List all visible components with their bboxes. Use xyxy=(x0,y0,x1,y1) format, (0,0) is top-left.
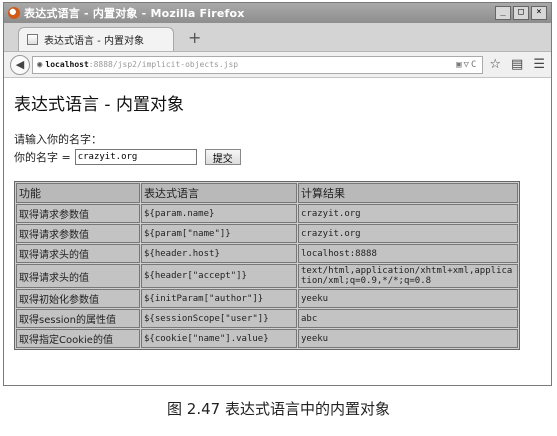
name-prompt: 请输入你的名字： xyxy=(14,133,102,146)
new-tab-button[interactable]: + xyxy=(188,28,201,47)
cell-function: 取得请求头的值 xyxy=(16,264,140,288)
expression-table: 功能 表达式语言 计算结果 取得请求参数值 ${param.name} craz… xyxy=(14,181,520,350)
table-row: 取得请求参数值 ${param.name} crazyit.org xyxy=(16,204,518,223)
close-button[interactable]: × xyxy=(531,6,547,20)
url-host: localhost xyxy=(45,60,89,69)
table-row: 取得请求头的值 ${header["accept"]} text/html,ap… xyxy=(16,264,518,288)
window-title: 表达式语言 - 内置对象 - Mozilla Firefox xyxy=(24,7,245,20)
figure-caption: 图 2.47 表达式语言中的内置对象 xyxy=(167,400,390,418)
back-button[interactable]: ◀ xyxy=(10,54,30,75)
cell-function: 取得请求头的值 xyxy=(16,244,140,263)
cell-expression: ${param.name} xyxy=(141,204,297,223)
table-row: 取得session的属性值 ${sessionScope["user"]} ab… xyxy=(16,309,518,328)
firefox-icon xyxy=(8,7,20,19)
table-row: 取得初始化参数值 ${initParam["author"]} yeeku xyxy=(16,289,518,308)
tab-strip: 表达式语言 - 内置对象 + xyxy=(4,23,551,52)
cell-expression: ${header.host} xyxy=(141,244,297,263)
submit-button[interactable]: 提交 xyxy=(204,149,241,165)
cell-expression: ${cookie["name"].value} xyxy=(141,329,297,348)
table-header-row: 功能 表达式语言 计算结果 xyxy=(16,183,518,203)
header-function: 功能 xyxy=(16,183,140,203)
menu-icon[interactable]: ☰ xyxy=(533,57,545,72)
cell-result: yeeku xyxy=(298,289,518,308)
table-row: 取得请求头的值 ${header.host} localhost:8888 xyxy=(16,244,518,263)
back-arrow-icon: ◀ xyxy=(15,58,25,71)
globe-icon: ◉ xyxy=(37,59,43,70)
cell-expression: ${param["name"]} xyxy=(141,224,297,243)
toolbar-icons: ☆ ▤ ☰ xyxy=(489,57,545,72)
cell-function: 取得请求参数值 xyxy=(16,204,140,223)
cell-result: localhost:8888 xyxy=(298,244,518,263)
url-bar[interactable]: ◉ localhost :8888/jsp2/implicit-objects.… xyxy=(32,55,484,74)
url-tools-icons[interactable]: ▣▽C xyxy=(456,60,478,70)
url-path: :8888/jsp2/implicit-objects.jsp xyxy=(88,60,239,69)
cell-result: crazyit.org xyxy=(298,224,518,243)
bookmarks-menu-icon[interactable]: ▤ xyxy=(511,57,523,72)
title-bar: 表达式语言 - 内置对象 - Mozilla Firefox _ □ × xyxy=(4,3,551,23)
page-title: 表达式语言 - 内置对象 xyxy=(14,95,184,115)
browser-window: 表达式语言 - 内置对象 - Mozilla Firefox _ □ × 表达式… xyxy=(3,2,552,386)
minimize-button[interactable]: _ xyxy=(495,6,511,20)
window-controls: _ □ × xyxy=(495,6,547,20)
header-expression: 表达式语言 xyxy=(141,183,297,203)
name-label: 你的名字 = xyxy=(14,151,71,164)
page-content: 表达式语言 - 内置对象 请输入你的名字： 你的名字 = 提交 功能 表达式语言… xyxy=(4,78,551,350)
name-input[interactable] xyxy=(74,149,197,165)
table-row: 取得请求参数值 ${param["name"]} crazyit.org xyxy=(16,224,518,243)
cell-result: abc xyxy=(298,309,518,328)
cell-result: text/html,application/xhtml+xml,applicat… xyxy=(298,264,518,288)
bookmark-star-icon[interactable]: ☆ xyxy=(489,57,501,72)
cell-expression: ${header["accept"]} xyxy=(141,264,297,288)
cell-function: 取得session的属性值 xyxy=(16,309,140,328)
maximize-button[interactable]: □ xyxy=(513,6,529,20)
tab-label: 表达式语言 - 内置对象 xyxy=(44,36,144,47)
cell-expression: ${initParam["author"]} xyxy=(141,289,297,308)
cell-function: 取得指定Cookie的值 xyxy=(16,329,140,348)
name-form: 你的名字 = 提交 xyxy=(14,149,541,165)
cell-function: 取得请求参数值 xyxy=(16,224,140,243)
page-icon xyxy=(27,34,38,45)
header-result: 计算结果 xyxy=(298,183,518,203)
tab-active[interactable]: 表达式语言 - 内置对象 xyxy=(18,27,174,51)
table-row: 取得指定Cookie的值 ${cookie["name"].value} yee… xyxy=(16,329,518,348)
cell-expression: ${sessionScope["user"]} xyxy=(141,309,297,328)
cell-result: crazyit.org xyxy=(298,204,518,223)
cell-function: 取得初始化参数值 xyxy=(16,289,140,308)
cell-result: yeeku xyxy=(298,329,518,348)
nav-bar: ◀ ◉ localhost :8888/jsp2/implicit-object… xyxy=(4,52,551,78)
